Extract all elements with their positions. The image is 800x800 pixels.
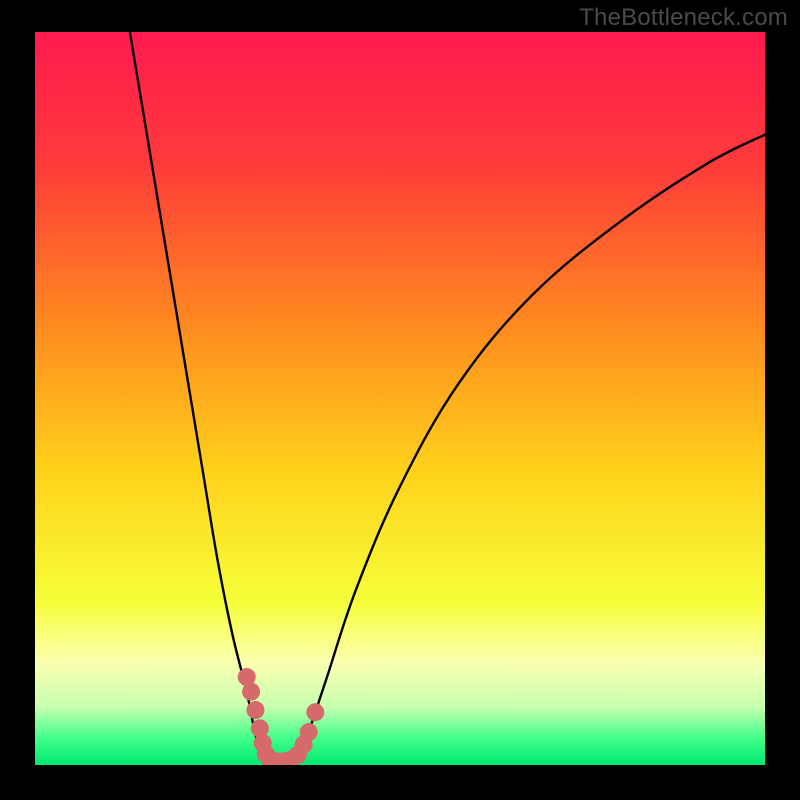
bottleneck-chart [0, 0, 800, 800]
chart-root: TheBottleneck.com [0, 0, 800, 800]
dot [242, 683, 260, 701]
dot [300, 723, 318, 741]
dot [306, 703, 324, 721]
dot [246, 701, 264, 719]
plot-background [35, 32, 765, 765]
